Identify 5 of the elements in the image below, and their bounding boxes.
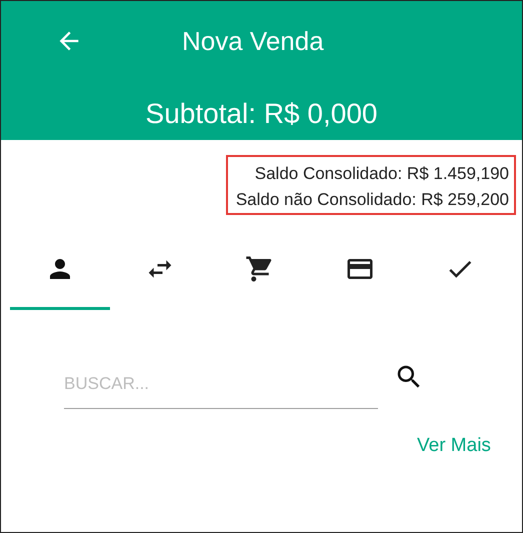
balance-text: Saldo não Consolidado: R$ 259,200: [236, 190, 509, 210]
screen-title: Nova Venda: [182, 26, 324, 56]
see-more-link[interactable]: Ver Mais: [417, 435, 491, 457]
subtotal-text: Subtotal: R$ 0,000: [146, 98, 378, 130]
balance-text: Saldo Consolidado: R$ 1.459,190: [254, 164, 509, 184]
